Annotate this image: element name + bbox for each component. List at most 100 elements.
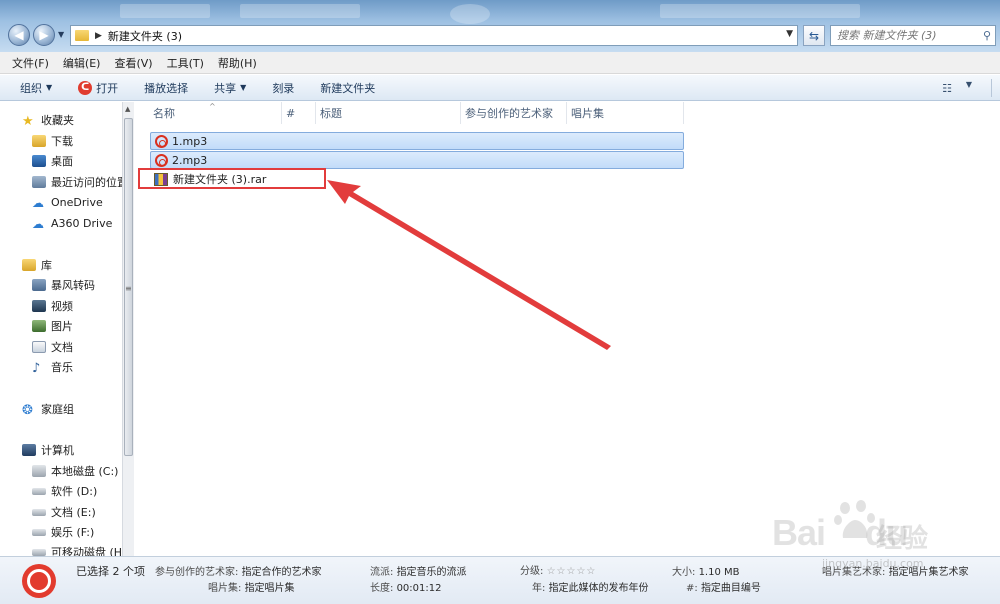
sidebar-item-label: 音乐 (51, 361, 73, 374)
column-contributing-artists[interactable]: 参与创作的艺术家 (461, 102, 567, 124)
detail-length-key: 长度: (370, 583, 394, 594)
sidebar-homegroup-label: 家庭组 (41, 403, 74, 416)
sidebar-item-recent[interactable]: 最近访问的位置 (32, 174, 122, 190)
breadcrumb-current-folder[interactable]: 新建文件夹 (3) (108, 28, 182, 44)
sidebar-item-label: 最近访问的位置 (51, 176, 122, 189)
detail-track-number[interactable]: #: 指定曲目编号 (686, 579, 761, 594)
watermark-jingyan: 经验 (876, 524, 929, 554)
sidebar-item-label: 图片 (51, 320, 73, 333)
menu-help[interactable]: 帮助(H) (218, 55, 257, 71)
detail-length: 长度: 00:01:12 (370, 579, 441, 594)
detail-genre[interactable]: 流派: 指定音乐的流派 (370, 563, 467, 578)
menu-tools[interactable]: 工具(T) (167, 55, 204, 71)
column-track-label: # (286, 106, 296, 120)
address-dropdown-icon[interactable]: ▼ (786, 29, 793, 39)
organize-button[interactable]: 组织 ▼ (20, 80, 52, 96)
annotation-arrow-shape (327, 180, 611, 350)
detail-genre-key: 流派: (370, 567, 394, 578)
recent-pages-dropdown[interactable]: ▼ (58, 30, 66, 39)
background-window-ghost (120, 4, 210, 18)
library-icon (22, 259, 36, 271)
detail-album-value: 指定唱片集 (244, 583, 295, 594)
sidebar-item-label: 下载 (51, 135, 73, 148)
sidebar-item-documents[interactable]: 文档 (32, 339, 73, 355)
sidebar-item-label: 软件 (D:) (51, 485, 98, 498)
address-bar[interactable]: ▶ 新建文件夹 (3) ▼ (70, 25, 798, 46)
sidebar-item-videos[interactable]: 视频 (32, 298, 73, 314)
sidebar-item-label: 娱乐 (F:) (51, 526, 95, 539)
column-name[interactable]: 名称 (149, 102, 282, 124)
search-icon[interactable]: ⚲ (983, 29, 991, 42)
arrow-right-icon: ▶ (39, 28, 49, 42)
detail-size-value: 1.10 MB (698, 567, 740, 578)
column-track-number[interactable]: # (282, 102, 316, 124)
sidebar-item-drive-e[interactable]: 文档 (E:) (32, 504, 96, 520)
sidebar-item-label: OneDrive (51, 195, 103, 209)
sidebar-item-drive-h[interactable]: 可移动磁盘 (H (32, 544, 122, 556)
hard-drive-icon (32, 528, 46, 536)
view-options-icon[interactable]: ☷ (942, 82, 952, 95)
forward-button[interactable]: ▶ (33, 24, 55, 46)
search-box[interactable]: ⚲ (830, 25, 996, 46)
sidebar-item-drive-c[interactable]: 本地磁盘 (C:) (32, 463, 118, 479)
breadcrumb-chevron-icon[interactable]: ▶ (95, 31, 102, 41)
column-album[interactable]: 唱片集 (567, 102, 684, 124)
scroll-up-icon[interactable]: ▲ (125, 105, 130, 113)
new-folder-button[interactable]: 新建文件夹 (320, 80, 375, 96)
burn-button[interactable]: 刻录 (272, 80, 294, 96)
detail-size: 大小: 1.10 MB (672, 563, 740, 578)
search-input[interactable] (837, 29, 983, 42)
share-button[interactable]: 共享 ▼ (214, 80, 246, 96)
sidebar-item-onedrive[interactable]: ☁ OneDrive (32, 194, 103, 211)
library-folder-icon (32, 279, 46, 291)
detail-artist[interactable]: 参与创作的艺术家: 指定合作的艺术家 (155, 563, 322, 578)
detail-rating[interactable]: 分级: ☆☆☆☆☆ (520, 562, 596, 577)
menu-file[interactable]: 文件(F) (12, 55, 49, 71)
sidebar-item-label: 桌面 (51, 155, 73, 168)
background-window-ghost (660, 4, 860, 18)
sidebar-item-downloads[interactable]: 下载 (32, 133, 73, 149)
music-note-icon: ♪ (32, 361, 41, 376)
detail-year[interactable]: 年: 指定此媒体的发布年份 (532, 579, 649, 594)
arrow-left-icon: ◀ (14, 28, 24, 42)
detail-album[interactable]: 唱片集: 指定唱片集 (208, 579, 295, 594)
menu-view[interactable]: 查看(V) (114, 55, 152, 71)
sidebar-item-desktop[interactable]: 桌面 (32, 153, 73, 169)
watermark-url: jingyan.baidu.com (822, 557, 924, 570)
sidebar-libraries[interactable]: 库 (22, 257, 52, 273)
back-button[interactable]: ◀ (8, 24, 30, 46)
star-icon: ★ (22, 114, 34, 129)
file-row-1mp3[interactable]: 1.mp3 (150, 132, 684, 150)
sidebar-item-a360[interactable]: ☁ A360 Drive (32, 215, 112, 232)
watermark-brand-part1: Bai (772, 512, 826, 553)
homegroup-icon: ❂ (22, 403, 33, 418)
removable-drive-icon (32, 548, 46, 556)
sidebar-item-drive-f[interactable]: 娱乐 (F:) (32, 524, 94, 540)
refresh-button[interactable]: ⇆ (803, 25, 825, 46)
sidebar-computer[interactable]: 计算机 (22, 442, 74, 458)
sidebar-item-pictures[interactable]: 图片 (32, 318, 73, 334)
sidebar-item-music[interactable]: ♪ 音乐 (32, 359, 73, 376)
play-selection-button[interactable]: 播放选择 (144, 80, 188, 96)
sidebar-item-baofeng[interactable]: 暴风转码 (32, 277, 95, 293)
cloud-icon: ☁ (32, 196, 44, 210)
file-name: 1.mp3 (172, 134, 208, 148)
open-button[interactable]: ᑕ 打开 (78, 80, 118, 96)
a360-cloud-icon: ☁ (32, 217, 44, 231)
navigation-pane: ★ 收藏夹 下载 桌面 最近访问的位置 ☁ OneDrive ☁ A360 Driv… (0, 102, 122, 556)
netease-music-large-icon (22, 564, 56, 598)
sidebar-homegroup[interactable]: ❂ 家庭组 (22, 401, 74, 418)
navigation-scrollbar[interactable]: ▲ ≡ (122, 102, 134, 556)
selection-count: 已选择 2 个项 (76, 565, 145, 578)
file-row-2mp3[interactable]: 2.mp3 (150, 151, 684, 169)
sidebar-favorites[interactable]: ★ 收藏夹 (22, 112, 74, 129)
sidebar-item-drive-d[interactable]: 软件 (D:) (32, 483, 97, 499)
rating-stars-icon[interactable]: ☆☆☆☆☆ (547, 566, 597, 577)
column-title[interactable]: 标题 (316, 102, 461, 124)
view-dropdown-icon[interactable]: ▼ (966, 80, 972, 89)
detail-track-value: 指定曲目编号 (700, 583, 761, 594)
detail-genre-value: 指定音乐的流派 (396, 567, 467, 578)
sidebar-item-label: 文档 (E:) (51, 506, 96, 519)
menu-edit[interactable]: 编辑(E) (63, 55, 101, 71)
netease-music-icon: ᑕ (78, 80, 93, 95)
